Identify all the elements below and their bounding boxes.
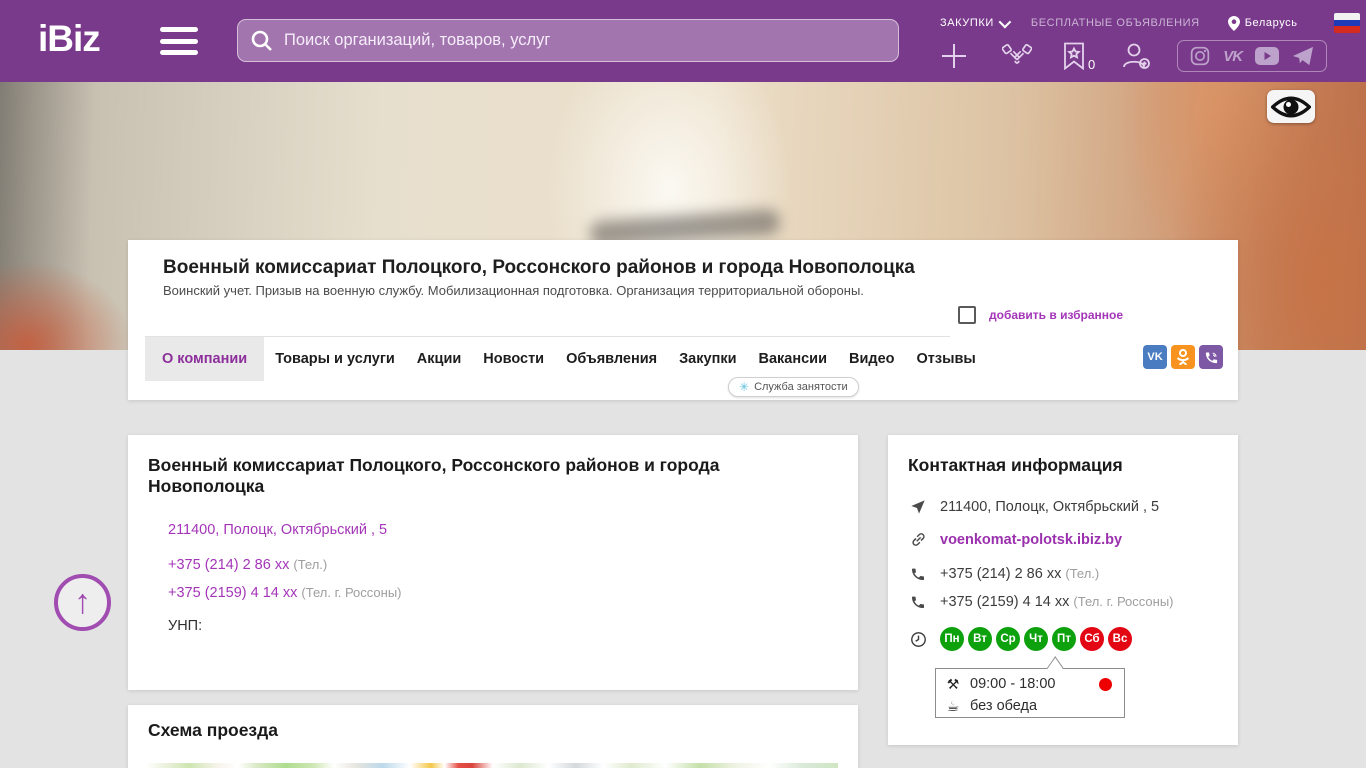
- search-bar: [237, 19, 899, 62]
- menu-icon[interactable]: [160, 27, 198, 55]
- day-sat[interactable]: Сб: [1080, 627, 1104, 651]
- telegram-icon[interactable]: [1292, 46, 1314, 66]
- day-sun[interactable]: Вс: [1108, 627, 1132, 651]
- contact-info-card: Контактная информация 211400, Полоцк, Ок…: [888, 435, 1238, 745]
- page: iBiz ЗАКУПКИ БЕСПЛАТНЫЕ ОБЪЯВЛЕНИЯ Белар…: [0, 0, 1366, 768]
- tab-procurement[interactable]: Закупки: [668, 337, 747, 381]
- company-header-card: Военный комиссариат Полоцкого, Россонско…: [128, 240, 1238, 400]
- header-icon-row: 0 VK: [940, 36, 1360, 76]
- about-address-link[interactable]: 211400, Полоцк, Октябрьский , 5: [168, 522, 387, 538]
- tab-ads[interactable]: Объявления: [555, 337, 668, 381]
- location-pin-icon: [1227, 15, 1240, 31]
- website-link[interactable]: voenkomat-polotsk.ibiz.by: [940, 532, 1122, 548]
- tab-promotions[interactable]: Акции: [406, 337, 472, 381]
- contact-address-row: 211400, Полоцк, Октябрьский , 5: [908, 499, 1159, 515]
- phone-link[interactable]: +375 (2159) 4 14 xx: [168, 585, 297, 601]
- contact-phone-row-2: +375 (2159) 4 14 xx (Тел. г. Россоны): [908, 594, 1174, 610]
- unp-label: УНП:: [168, 618, 203, 634]
- lunch-row: ☕ без обеда: [944, 695, 1116, 717]
- favorites-count: 0: [1088, 57, 1096, 72]
- contact-phone-1: +375 (214) 2 86 xx (Тел.): [940, 566, 1100, 582]
- clock-icon: [908, 631, 928, 648]
- day-tue[interactable]: Вт: [968, 627, 992, 651]
- favorite-label: добавить в избранное: [989, 308, 1124, 322]
- tab-news[interactable]: Новости: [472, 337, 555, 381]
- employment-asterisk-icon: ✳: [739, 380, 750, 394]
- contact-phone-row-1: +375 (214) 2 86 xx (Тел.): [908, 566, 1099, 582]
- logo[interactable]: iBiz: [38, 18, 101, 60]
- header-social-links: VK: [1177, 40, 1328, 72]
- country-selector[interactable]: Беларусь: [1227, 15, 1298, 31]
- scroll-top-button[interactable]: ↑: [54, 574, 111, 631]
- language-flag-ru-icon[interactable]: [1333, 13, 1360, 33]
- nav-zakupki[interactable]: ЗАКУПКИ: [940, 15, 1012, 29]
- tab-vacancies[interactable]: Вакансии: [748, 337, 839, 381]
- about-phone-1: +375 (214) 2 86 xx (Тел.): [168, 557, 328, 573]
- contact-address: 211400, Полоцк, Октябрьский , 5: [940, 499, 1160, 515]
- tools-icon: ⚒: [946, 675, 960, 692]
- instagram-icon[interactable]: [1190, 46, 1210, 66]
- tab-video[interactable]: Видео: [838, 337, 906, 381]
- tab-reviews[interactable]: Отзывы: [906, 337, 987, 381]
- contact-title: Контактная информация: [908, 455, 1123, 475]
- favorites-bookmark-icon[interactable]: 0: [1062, 42, 1096, 72]
- odnoklassniki-icon[interactable]: [1171, 345, 1195, 369]
- about-phone-2: +375 (2159) 4 14 xx (Тел. г. Россоны): [168, 585, 402, 601]
- navigation-arrow-icon: [908, 499, 928, 515]
- search-icon: [251, 30, 272, 51]
- day-wed[interactable]: Ср: [996, 627, 1020, 651]
- phone-icon: [908, 594, 928, 610]
- coffee-cup-icon: ☕: [946, 697, 960, 714]
- search-input[interactable]: [284, 31, 886, 50]
- company-social-links: VK: [1143, 345, 1223, 369]
- add-favorite[interactable]: добавить в избранное: [958, 306, 1123, 324]
- viber-icon[interactable]: [1199, 345, 1223, 369]
- map-card: Схема проезда: [128, 705, 858, 768]
- working-hours-row: ⚒ 09:00 - 18:00: [944, 673, 1116, 695]
- about-card: Военный комиссариат Полоцкого, Россонско…: [128, 435, 858, 690]
- favorite-checkbox[interactable]: [958, 306, 976, 324]
- company-subtitle: Воинский учет. Призыв на военную службу.…: [163, 283, 864, 298]
- phone-link[interactable]: +375 (214) 2 86 xx: [168, 557, 289, 573]
- youtube-icon[interactable]: [1255, 47, 1280, 65]
- page-title: Военный комиссариат Полоцкого, Россонско…: [163, 257, 915, 278]
- contact-website-row: voenkomat-polotsk.ibiz.by: [908, 531, 1122, 548]
- header: iBiz ЗАКУПКИ БЕСПЛАТНЫЕ ОБЪЯВЛЕНИЯ Белар…: [0, 0, 1366, 82]
- tab-bar: О компании Товары и услуги Акции Новости…: [145, 336, 976, 381]
- header-top-nav: ЗАКУПКИ БЕСПЛАТНЫЕ ОБЪЯВЛЕНИЯ Беларусь: [940, 13, 1360, 33]
- vk-icon[interactable]: VK: [1223, 48, 1243, 65]
- tab-about[interactable]: О компании: [145, 337, 265, 381]
- day-thu[interactable]: Чт: [1024, 627, 1048, 651]
- day-mon[interactable]: Пн: [940, 627, 964, 651]
- add-company-plus-icon[interactable]: [940, 42, 968, 70]
- arrow-up-icon: ↑: [74, 583, 91, 621]
- add-user-icon[interactable]: [1121, 42, 1151, 70]
- schedule-row: Пн Вт Ср Чт Пт Сб Вс: [908, 627, 1132, 651]
- link-icon: [908, 531, 928, 548]
- chevron-down-icon: [998, 15, 1012, 28]
- schedule-tooltip: ⚒ 09:00 - 18:00 ☕ без обеда: [935, 656, 1125, 718]
- map-title: Схема проезда: [148, 720, 278, 740]
- working-hours: 09:00 - 18:00: [970, 676, 1056, 692]
- tab-products[interactable]: Товары и услуги: [264, 337, 406, 381]
- vk-icon[interactable]: VK: [1143, 345, 1167, 369]
- phone-icon: [908, 566, 928, 582]
- lunch-note: без обеда: [970, 698, 1038, 714]
- status-dot: [1099, 678, 1112, 691]
- about-title: Военный комиссариат Полоцкого, Россонско…: [148, 455, 720, 496]
- nav-free-ads[interactable]: БЕСПЛАТНЫЕ ОБЪЯВЛЕНИЯ: [1031, 17, 1200, 29]
- employment-service-badge[interactable]: ✳ Служба занятости: [728, 377, 859, 397]
- eye-icon: [1271, 96, 1311, 117]
- contact-phone-2: +375 (2159) 4 14 xx (Тел. г. Россоны): [940, 594, 1174, 610]
- map-preview[interactable]: [148, 763, 838, 768]
- weekday-circles: Пн Вт Ср Чт Пт Сб Вс: [940, 627, 1132, 651]
- visually-impaired-button[interactable]: [1267, 90, 1315, 123]
- day-fri[interactable]: Пт: [1052, 627, 1076, 651]
- handshake-icon[interactable]: [1002, 42, 1032, 70]
